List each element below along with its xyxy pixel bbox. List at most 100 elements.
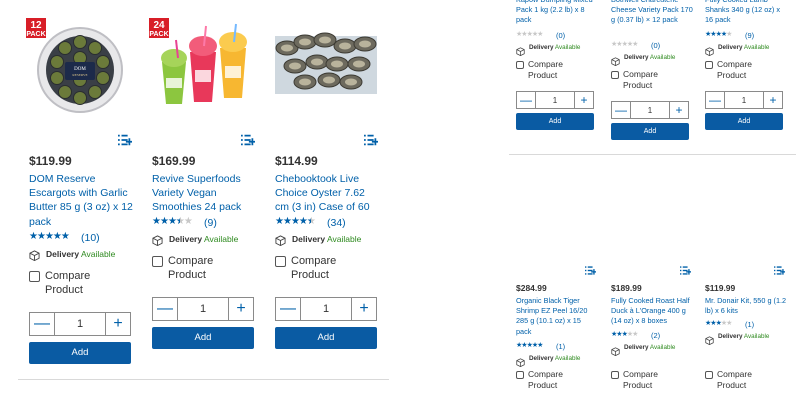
quantity-stepper: —1 +: [152, 297, 254, 321]
delivery-status: Delivery Available: [718, 333, 769, 340]
plus-button[interactable]: +: [764, 92, 782, 108]
product-price: $114.99: [275, 154, 318, 168]
compare-checkbox[interactable]: [611, 371, 619, 379]
product-card: $119.99 Mr. Donair Kit, 550 g (1.2 lb) x …: [705, 260, 787, 400]
add-to-list-icon[interactable]: [118, 133, 133, 150]
delivery-label: Delivery: [292, 234, 326, 244]
row-divider: [18, 379, 389, 380]
add-to-cart-button[interactable]: Add: [705, 113, 783, 130]
compare-checkbox[interactable]: [516, 371, 524, 379]
compare-checkbox[interactable]: [705, 371, 713, 379]
add-to-cart-button[interactable]: Add: [275, 327, 377, 349]
add-to-cart-button[interactable]: Add: [611, 123, 689, 140]
plus-button[interactable]: +: [575, 92, 593, 108]
minus-button[interactable]: —: [30, 313, 54, 335]
compare-checkbox[interactable]: [152, 256, 163, 267]
product-image[interactable]: [275, 18, 377, 120]
pack-badge-unit: PACK: [149, 31, 169, 38]
review-count[interactable]: (1): [556, 342, 565, 351]
star-icon: ★: [29, 231, 38, 242]
delivery-status: Delivery Available: [529, 355, 580, 362]
star-rating: ★★★★★★: [275, 216, 316, 227]
quantity-input[interactable]: 1: [724, 92, 764, 108]
star-icon: ★: [159, 216, 169, 227]
plus-button[interactable]: +: [229, 298, 253, 320]
delivery-status: Delivery Available: [529, 44, 580, 51]
star-rating: ★★★★★: [29, 231, 70, 242]
review-count[interactable]: (34): [327, 217, 346, 229]
star-icon: ★: [537, 31, 543, 38]
star-icon: ★: [152, 216, 161, 227]
delivery-status: Delivery Available: [169, 234, 238, 244]
review-count[interactable]: (0): [651, 41, 660, 50]
compare-checkbox[interactable]: [611, 71, 619, 79]
delivery-available: Available: [554, 355, 581, 362]
compare-checkbox[interactable]: [705, 61, 713, 69]
review-count[interactable]: (9): [745, 31, 754, 40]
product-title[interactable]: Chebooktook Live Choice Oyster 7.62 cm (…: [275, 172, 379, 215]
quantity-input[interactable]: 1: [177, 298, 229, 320]
left-product-grid: DOM RESERVE 12 PACK $119.99 DOM Reserve Escar…: [0, 0, 400, 400]
product-card: 24 PACK $169.99 Revive Superfoods Variety V…: [149, 0, 256, 380]
product-title[interactable]: DOM Reserve Escargots with Garlic Butter…: [29, 172, 133, 229]
product-title[interactable]: Organic Black Tiger Shrimp EZ Peel 16/20…: [516, 296, 598, 337]
minus-button[interactable]: —: [276, 298, 300, 320]
delivery-status: Delivery Available: [624, 344, 675, 351]
quantity-input[interactable]: 1: [630, 102, 670, 118]
add-to-cart-button[interactable]: Add: [152, 327, 254, 349]
star-rating: ★★★★★: [516, 341, 543, 349]
add-to-list-icon[interactable]: [241, 133, 256, 150]
compare-label: Compare Product: [291, 255, 337, 281]
product-card: Bothwell Charcuterie Cheese Variety Pack…: [611, 0, 693, 140]
quantity-input[interactable]: 1: [300, 298, 352, 320]
quantity-stepper: —1 +: [516, 91, 594, 109]
quantity-input[interactable]: 1: [54, 313, 106, 335]
product-title[interactable]: Bothwell Charcuterie Cheese Variety Pack…: [611, 0, 693, 26]
delivery-label: Delivery: [624, 344, 649, 351]
product-card: $284.99 Organic Black Tiger Shrimp EZ Pee…: [516, 260, 598, 400]
review-count[interactable]: (9): [204, 217, 217, 229]
plus-button[interactable]: +: [670, 102, 688, 118]
review-count[interactable]: (1): [745, 320, 754, 329]
minus-button[interactable]: —: [612, 102, 630, 118]
delivery-available: Available: [743, 44, 770, 51]
svg-text:DOM: DOM: [74, 67, 86, 72]
star-rating: ★★★★★★: [152, 216, 193, 227]
delivery-available: Available: [743, 333, 770, 340]
quantity-input[interactable]: 1: [535, 92, 575, 108]
product-title[interactable]: Kapow Dumpling Mixed Pack 1 kg (2.2 lb) …: [516, 0, 598, 26]
minus-button[interactable]: —: [153, 298, 177, 320]
add-to-cart-button[interactable]: Add: [516, 113, 594, 130]
delivery-box-icon: [29, 248, 40, 266]
product-title[interactable]: Revive Superfoods Variety Vegan Smoothie…: [152, 172, 256, 215]
add-to-list-icon[interactable]: [364, 133, 379, 150]
compare-checkbox[interactable]: [516, 61, 524, 69]
minus-button[interactable]: —: [517, 92, 535, 108]
delivery-box-icon: [516, 354, 525, 372]
add-to-cart-button[interactable]: Add: [29, 342, 131, 364]
compare-checkbox[interactable]: [275, 256, 286, 267]
add-to-list-icon[interactable]: [585, 265, 597, 279]
star-icon: ★: [167, 216, 177, 227]
compare-label: Compare Product: [717, 369, 752, 390]
review-count[interactable]: (2): [651, 331, 660, 340]
star-rating: ★★★★★: [611, 330, 638, 338]
product-title[interactable]: Mr. Donair Kit, 550 g (1.2 lb) x 6 kits: [705, 296, 787, 316]
add-to-list-icon[interactable]: [774, 265, 786, 279]
add-to-list-icon[interactable]: [680, 265, 692, 279]
review-count[interactable]: (0): [556, 31, 565, 40]
star-icon: ★: [537, 342, 543, 349]
star-icon: ★: [726, 320, 732, 327]
product-title[interactable]: Fully Cooked Lamb Shanks 340 g (12 oz) x…: [705, 0, 787, 26]
row-divider: [509, 154, 796, 155]
plus-button[interactable]: +: [352, 298, 376, 320]
product-card: $189.99 Fully Cooked Roast Half Duck à L'…: [611, 260, 693, 400]
compare-checkbox[interactable]: [29, 271, 40, 282]
product-title[interactable]: Fully Cooked Roast Half Duck à L'Orange …: [611, 296, 693, 327]
delivery-label: Delivery: [624, 54, 649, 61]
star-icon: ★: [282, 216, 292, 227]
compare-label: Compare Product: [717, 59, 752, 80]
minus-button[interactable]: —: [706, 92, 724, 108]
review-count[interactable]: (10): [81, 232, 100, 244]
plus-button[interactable]: +: [106, 313, 130, 335]
